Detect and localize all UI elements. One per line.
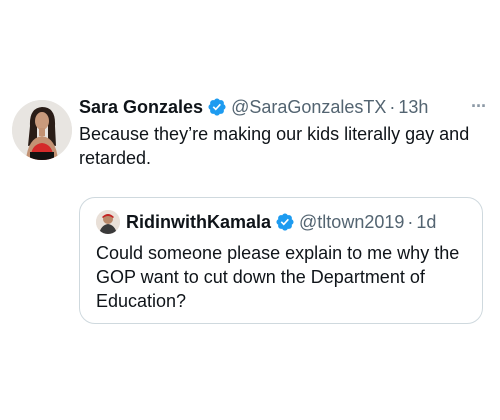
quoted-tweet-text: Could someone please explain to me why t…: [96, 243, 460, 311]
tweet-timestamp[interactable]: 13h: [398, 97, 428, 118]
tweet-body: Sara Gonzales @SaraGonzalesTX · 13h Beca…: [79, 94, 484, 170]
tweet[interactable]: Sara Gonzales @SaraGonzalesTX · 13h Beca…: [10, 94, 490, 334]
quoted-separator-dot: ·: [407, 211, 414, 232]
quoted-profile-photo-icon: [96, 210, 120, 234]
author-avatar[interactable]: [12, 100, 72, 160]
quoted-verified-badge-icon: [275, 212, 295, 232]
quoted-tweet[interactable]: RidinwithKamala @tltown2019 · 1d Could s…: [79, 197, 483, 324]
profile-photo-icon: [12, 100, 72, 160]
tweet-header: Sara Gonzales @SaraGonzalesTX · 13h: [79, 94, 484, 120]
separator-dot: ·: [389, 96, 396, 117]
more-options-icon[interactable]: ···: [471, 96, 487, 117]
quoted-author-name[interactable]: RidinwithKamala: [126, 212, 271, 233]
quoted-tweet-header: RidinwithKamala @tltown2019 · 1d: [96, 210, 436, 234]
quoted-tweet-timestamp[interactable]: 1d: [416, 212, 436, 233]
quoted-author-handle[interactable]: @tltown2019: [299, 212, 404, 233]
author-handle[interactable]: @SaraGonzalesTX: [231, 97, 386, 118]
tweet-text: Because they’re making our kids literall…: [79, 124, 470, 168]
author-name[interactable]: Sara Gonzales: [79, 97, 203, 118]
verified-badge-icon: [207, 97, 227, 117]
quoted-author-avatar[interactable]: [96, 210, 120, 234]
